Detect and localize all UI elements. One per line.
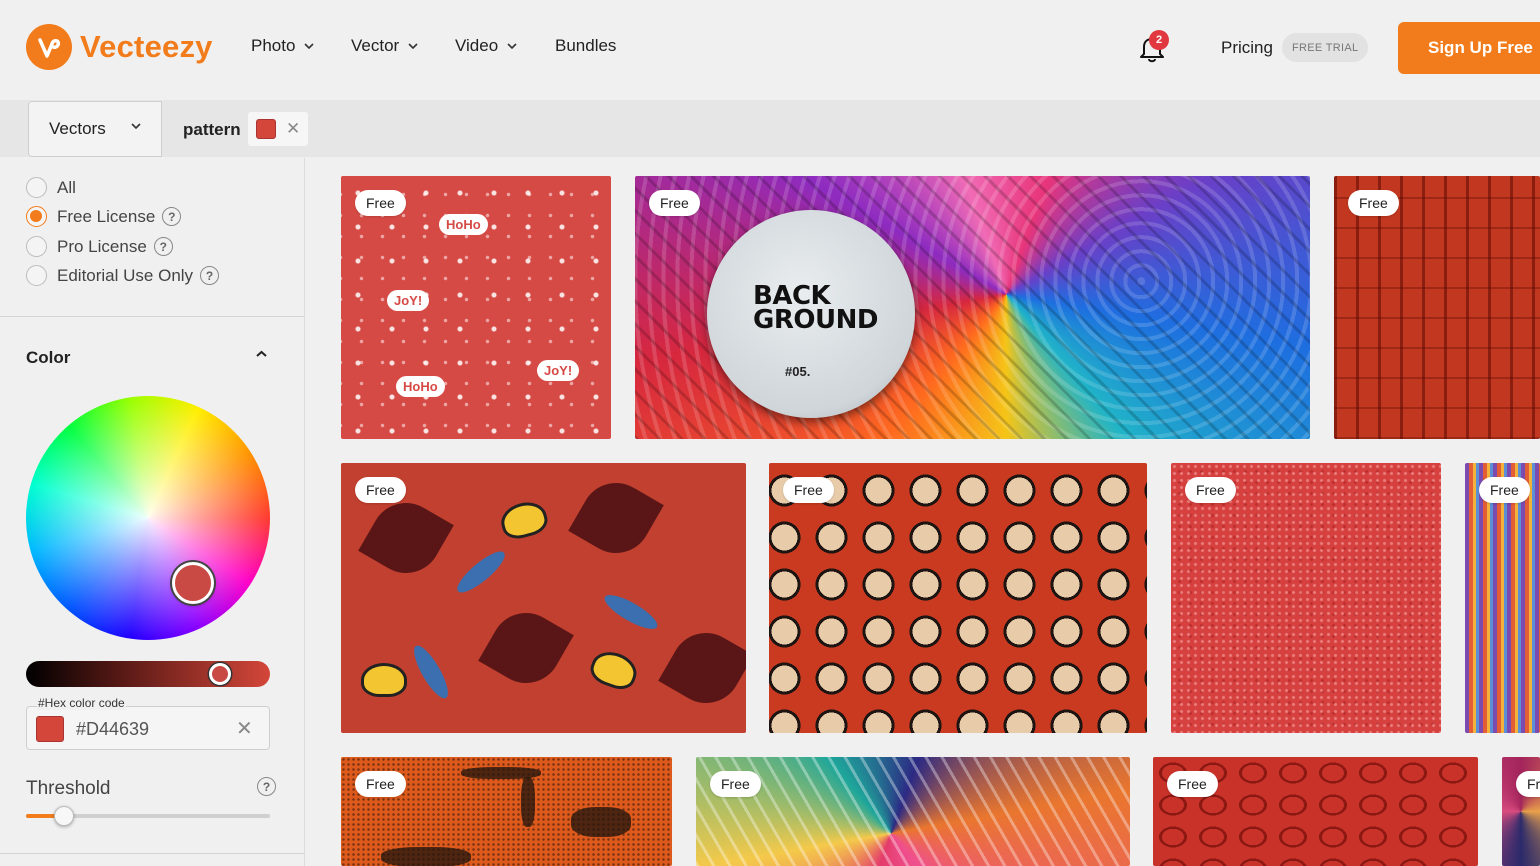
result-tile-orange-grunge[interactable]: Free	[341, 757, 672, 866]
asset-type-value: Vectors	[49, 119, 106, 138]
nav-photo[interactable]: Photo	[251, 36, 315, 56]
clear-hex-icon[interactable]: ✕	[236, 716, 253, 741]
color-wheel[interactable]	[26, 396, 270, 640]
asset-type-select[interactable]: Vectors	[28, 101, 162, 157]
nav-bundles-label: Bundles	[555, 36, 617, 55]
help-icon[interactable]: ?	[257, 777, 276, 796]
tile-disc-number: #05.	[785, 364, 811, 379]
tile-pattern-flower	[658, 620, 746, 716]
brightness-slider-handle[interactable]	[209, 663, 231, 685]
tile-pattern-grunge	[381, 847, 471, 866]
result-tile-octagon-dots[interactable]: Free	[769, 463, 1147, 733]
tile-disc-title-line: GROUND	[753, 305, 878, 335]
result-tile-christmas-pattern[interactable]: Free HoHo JoY! HoHo JoY!	[341, 176, 611, 439]
free-badge: Free	[1479, 477, 1530, 503]
license-option-label: Free License	[57, 206, 156, 226]
free-badge: Free	[355, 190, 406, 216]
radio-button[interactable]	[26, 177, 47, 198]
help-icon[interactable]: ?	[162, 207, 182, 226]
chevron-up-icon[interactable]	[256, 350, 267, 358]
tile-pattern-grunge	[521, 777, 535, 827]
divider	[0, 853, 305, 854]
result-tile-stripes[interactable]: Free	[1465, 463, 1540, 733]
license-option-label: Pro License	[57, 236, 147, 256]
nav-video[interactable]: Video	[455, 36, 517, 56]
logo-mark-icon	[26, 24, 72, 70]
hex-color-swatch	[36, 716, 64, 742]
tile-pattern-butterfly	[497, 497, 551, 543]
search-query[interactable]: pattern	[183, 120, 241, 140]
tile-pattern-grunge	[571, 807, 631, 837]
radio-button[interactable]	[26, 236, 47, 257]
free-trial-badge[interactable]: FREE TRIAL	[1282, 33, 1369, 62]
hex-color-input[interactable]: #D44639	[76, 719, 149, 740]
free-badge: Free	[649, 190, 700, 216]
color-filter-chip[interactable]: ✕	[248, 112, 308, 146]
nav-photo-label: Photo	[251, 36, 296, 55]
help-icon[interactable]: ?	[200, 266, 220, 285]
pricing-link[interactable]: Pricing	[1221, 38, 1273, 58]
result-tile-partial[interactable]: Free	[1502, 757, 1540, 866]
tile-pattern-leaf	[408, 641, 454, 703]
color-wheel-handle[interactable]	[172, 562, 214, 604]
free-badge: Free	[710, 771, 761, 797]
site-header: Vecteezy Photo Vector Video Bundles 2 Pr…	[0, 0, 1540, 98]
nav-vector-label: Vector	[351, 36, 400, 55]
result-tile-red-tile-pattern[interactable]: Free	[1153, 757, 1478, 866]
result-tile-red-lattice[interactable]: Free	[1334, 176, 1540, 439]
result-tile-colorful-shapes[interactable]: Free	[696, 757, 1130, 866]
tile-pattern-butterfly	[361, 663, 407, 697]
nav-bundles[interactable]: Bundles	[555, 36, 616, 56]
help-icon[interactable]: ?	[153, 237, 173, 256]
tile-pattern-leaf	[452, 545, 510, 599]
free-badge: Free	[1167, 771, 1218, 797]
free-badge: Free	[355, 477, 406, 503]
signup-button[interactable]: Sign Up Free	[1398, 22, 1540, 74]
free-badge: Free	[1516, 771, 1540, 797]
tile-disc-title: BACK GROUND	[753, 283, 878, 335]
chevron-down-icon	[304, 42, 315, 49]
hex-color-label: #Hex color code	[37, 696, 126, 710]
threshold-slider-thumb[interactable]	[54, 806, 74, 826]
notification-count-badge: 2	[1149, 30, 1169, 50]
chevron-down-icon	[131, 123, 141, 130]
logo-text: Vecteezy	[80, 29, 213, 64]
color-filter-swatch	[256, 119, 276, 139]
free-badge: Free	[355, 771, 406, 797]
result-tile-abstract-background[interactable]: Free BACK GROUND #05.	[635, 176, 1310, 439]
free-badge: Free	[1348, 190, 1399, 216]
threshold-label: Threshold	[26, 778, 111, 799]
license-option-free[interactable]: Free License ?	[26, 206, 182, 227]
license-option-all[interactable]: All	[26, 177, 76, 198]
tile-pattern-butterfly	[586, 646, 642, 694]
nav-video-label: Video	[455, 36, 499, 55]
tile-graphic-text: HoHo	[396, 376, 445, 397]
tile-pattern-flower	[358, 490, 454, 586]
chevron-down-icon	[507, 42, 517, 49]
chevron-down-icon	[408, 42, 418, 49]
license-option-pro[interactable]: Pro License ?	[26, 236, 173, 257]
radio-button-checked[interactable]	[26, 206, 47, 227]
nav-vector[interactable]: Vector	[351, 36, 418, 56]
divider	[0, 316, 305, 317]
brightness-slider[interactable]	[26, 661, 270, 687]
tile-graphic-text: JoY!	[537, 360, 580, 381]
tile-graphic-text: JoY!	[387, 290, 430, 311]
free-badge: Free	[1185, 477, 1236, 503]
radio-button[interactable]	[26, 265, 47, 286]
tile-pattern-flower	[568, 470, 664, 566]
tile-pattern-flower	[478, 600, 574, 696]
result-tile-butterfly-lily-pattern[interactable]: Free	[341, 463, 746, 733]
tile-graphic-text: HoHo	[439, 214, 488, 235]
result-tile-red-floral-texture[interactable]: Free	[1171, 463, 1441, 733]
tile-pattern-leaf	[600, 589, 662, 635]
license-option-editorial[interactable]: Editorial Use Only ?	[26, 265, 220, 286]
free-badge: Free	[783, 477, 834, 503]
license-option-label: All	[57, 177, 76, 197]
color-section-heading[interactable]: Color	[26, 348, 70, 368]
tile-pattern	[696, 757, 1130, 866]
remove-color-filter-icon[interactable]: ✕	[286, 119, 300, 139]
brand-logo[interactable]: Vecteezy	[26, 24, 213, 70]
license-option-label: Editorial Use Only	[57, 265, 194, 285]
